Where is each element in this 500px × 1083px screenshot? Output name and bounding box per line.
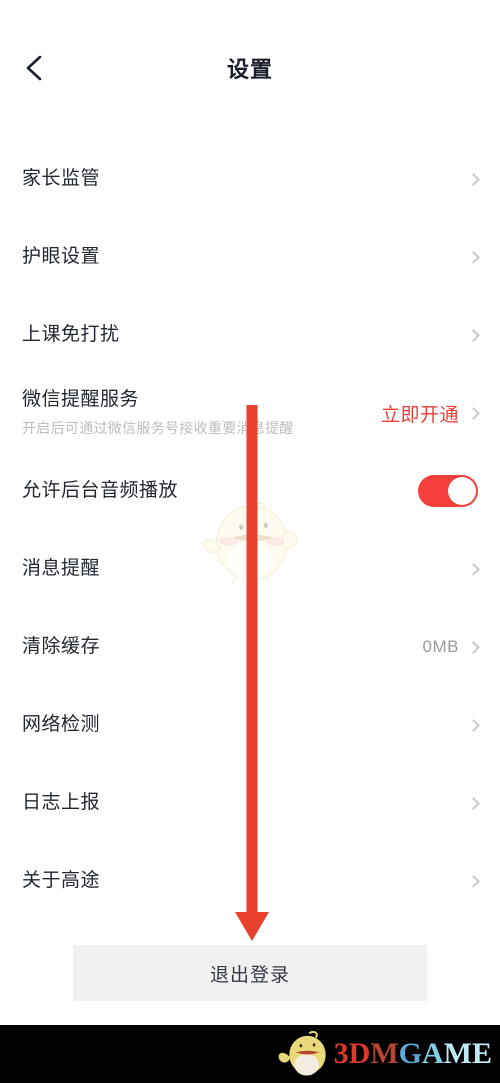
setting-label: 家长监管 — [22, 168, 101, 190]
chevron-right-icon — [467, 172, 480, 186]
setting-label: 护眼设置 — [22, 246, 101, 268]
watermark-char-3: 3 — [333, 1037, 349, 1070]
setting-row-class-dnd[interactable]: 上课免打扰 — [0, 296, 500, 374]
setting-row-parental-supervision[interactable]: 家长监管 — [0, 140, 500, 218]
chevron-right-icon — [467, 562, 480, 576]
watermark-char-g: G — [398, 1037, 422, 1070]
watermark-logo: 3 D M G A ME — [276, 1029, 492, 1079]
watermark-char-d: D — [348, 1037, 371, 1070]
app-header: 设置 — [0, 0, 500, 108]
background-audio-toggle[interactable] — [418, 475, 478, 507]
setting-label: 上课免打扰 — [22, 324, 120, 346]
setting-row-network-check[interactable]: 网络检测 — [0, 686, 500, 764]
chevron-right-icon — [467, 250, 480, 264]
watermark-char-m: M — [370, 1037, 399, 1070]
setting-label: 关于高途 — [22, 870, 101, 892]
watermark-char-a: A — [422, 1037, 444, 1070]
toggle-knob — [448, 477, 476, 505]
setting-sublabel: 开启后可通过微信服务号接收重要消息提醒 — [22, 419, 294, 436]
setting-label: 日志上报 — [22, 792, 101, 814]
setting-label: 网络检测 — [22, 714, 101, 736]
settings-list: 家长监管 护眼设置 上课免打扰 微信提醒服务 开启后可通过微信服务号接收重要消息… — [0, 140, 500, 920]
setting-label: 允许后台音频播放 — [22, 480, 179, 502]
chevron-right-icon — [467, 328, 480, 342]
watermark-char-me: ME — [443, 1037, 492, 1070]
watermark-bar: 3 D M G A ME — [0, 1025, 500, 1083]
cache-size-value: 0MB — [422, 637, 459, 656]
setting-row-about-gaotu[interactable]: 关于高途 — [0, 842, 500, 920]
setting-row-background-audio[interactable]: 允许后台音频播放 — [0, 452, 500, 530]
page-title: 设置 — [226, 57, 273, 82]
setting-label: 微信提醒服务 — [22, 389, 140, 411]
chevron-right-icon — [467, 718, 480, 732]
setting-label: 清除缓存 — [22, 636, 101, 658]
setting-row-message-notification[interactable]: 消息提醒 — [0, 530, 500, 608]
chevron-right-icon — [467, 874, 480, 888]
setting-row-clear-cache[interactable]: 清除缓存 0MB — [0, 608, 500, 686]
activate-now-link[interactable]: 立即开通 — [381, 400, 459, 427]
setting-row-wechat-reminder[interactable]: 微信提醒服务 开启后可通过微信服务号接收重要消息提醒 立即开通 — [0, 374, 500, 452]
logout-button[interactable]: 退出登录 — [73, 945, 427, 1001]
setting-label: 消息提醒 — [22, 558, 101, 580]
setting-row-log-report[interactable]: 日志上报 — [0, 764, 500, 842]
settings-screen: 设置 家长监管 护眼设置 上课免打扰 微信提醒服务 开启后可通过微信服务号接收重… — [0, 0, 500, 1083]
bird-mascot-icon — [278, 1030, 326, 1076]
chevron-right-icon — [467, 406, 480, 420]
chevron-right-icon — [467, 640, 480, 654]
setting-row-eye-protection[interactable]: 护眼设置 — [0, 218, 500, 296]
chevron-right-icon — [467, 796, 480, 810]
